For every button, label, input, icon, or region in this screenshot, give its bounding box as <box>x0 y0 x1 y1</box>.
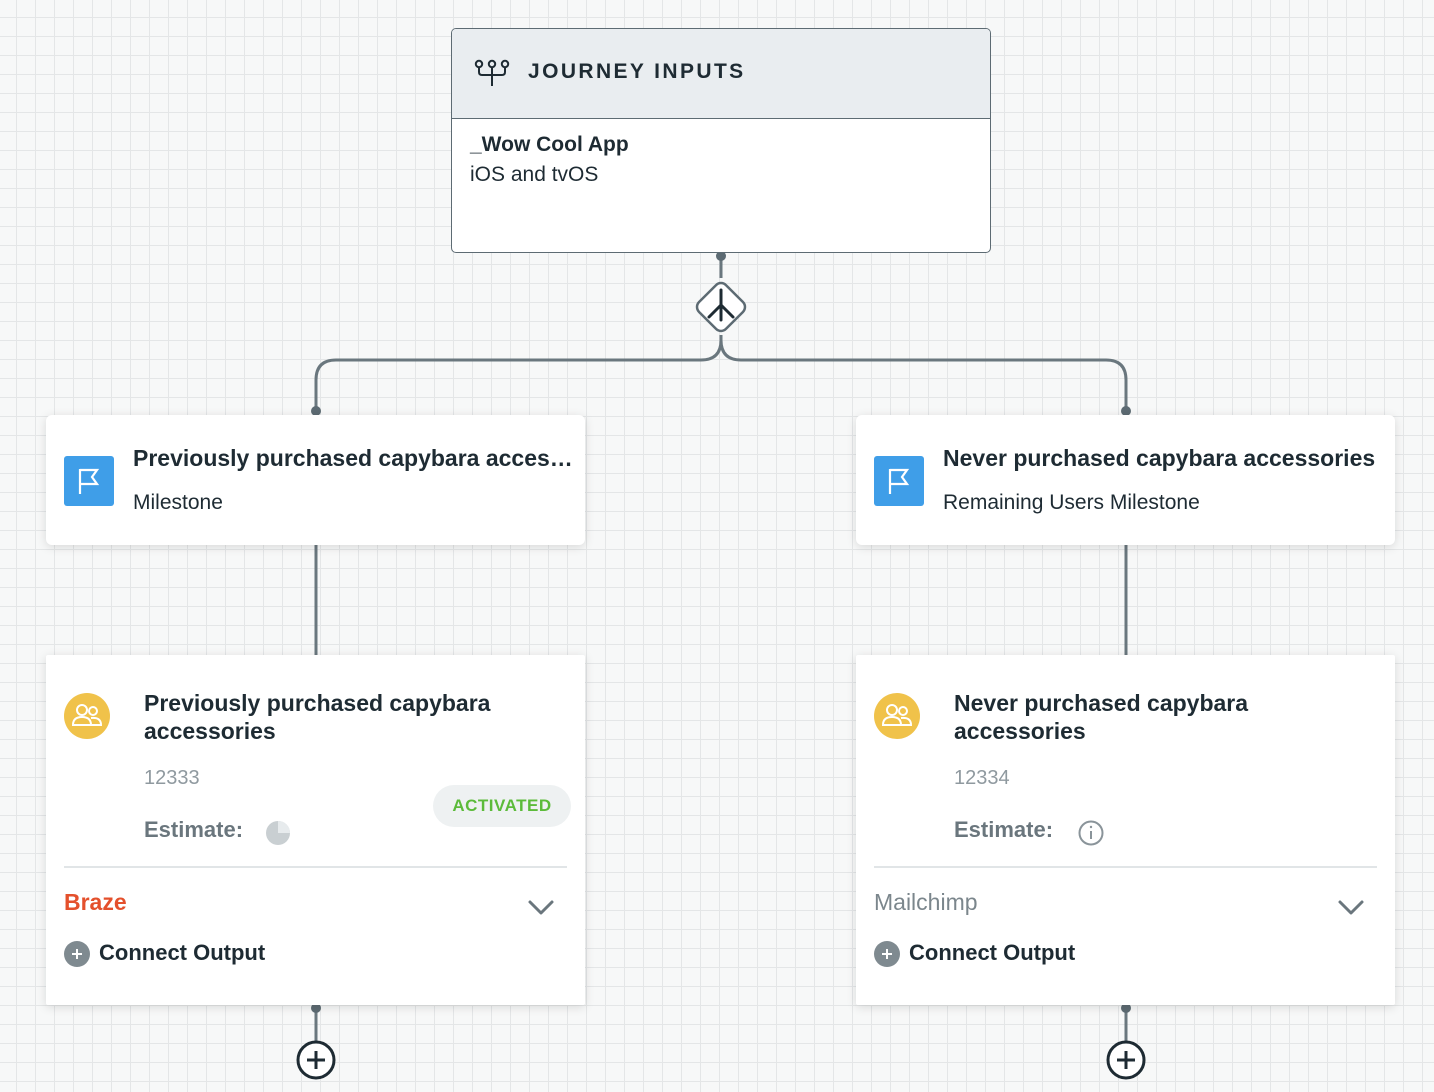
flag-icon <box>64 456 114 506</box>
milestone-title: Never purchased capybara accessories <box>943 445 1376 471</box>
journey-inputs-icon <box>474 59 510 92</box>
segment-title: Previously purchased capybara accessorie… <box>144 690 491 744</box>
estimate-label: Estimate: <box>144 817 244 842</box>
add-step-button[interactable] <box>1105 1039 1147 1086</box>
connect-output-label: Connect Output <box>909 940 1076 965</box>
audience-icon <box>874 693 920 739</box>
journey-inputs-card[interactable]: JOURNEY INPUTS _Wow Cool App iOS and tvO… <box>451 28 991 253</box>
segment-id: 12334 <box>954 767 1010 789</box>
journey-platforms: iOS and tvOS <box>470 163 599 186</box>
plus-circle-icon <box>64 941 90 967</box>
add-step-icon <box>296 1040 336 1080</box>
plus-circle-icon <box>874 941 900 967</box>
loading-pie-icon <box>265 820 291 851</box>
divider <box>874 866 1377 868</box>
estimate-label: Estimate: <box>954 817 1054 842</box>
chevron-down-icon[interactable] <box>1337 899 1365 922</box>
milestone-card[interactable]: Never purchased capybara accessories Rem… <box>856 415 1395 545</box>
status-badge: ACTIVATED <box>433 785 571 827</box>
flag-icon <box>874 456 924 506</box>
milestone-type: Remaining Users Milestone <box>943 491 1200 514</box>
segment-title: Never purchased capybara accessories <box>954 690 1249 744</box>
segment-card[interactable]: Previously purchased capybara accessorie… <box>46 655 585 1005</box>
add-step-button[interactable] <box>295 1039 337 1086</box>
journey-inputs-header: JOURNEY INPUTS <box>452 29 990 119</box>
info-icon[interactable] <box>1078 820 1104 851</box>
journey-inputs-title: JOURNEY INPUTS <box>528 60 746 83</box>
audience-icon <box>64 693 110 739</box>
split-icon <box>695 281 747 333</box>
milestone-card[interactable]: Previously purchased capybara accessorie… <box>46 415 585 545</box>
chevron-down-icon[interactable] <box>527 899 555 922</box>
destination-name: Mailchimp <box>874 889 978 915</box>
milestone-type: Milestone <box>133 491 223 514</box>
journey-app-name: _Wow Cool App <box>470 133 629 156</box>
milestone-title: Previously purchased capybara accessorie… <box>133 445 579 471</box>
divider <box>64 866 567 868</box>
connect-output-label: Connect Output <box>99 940 266 965</box>
segment-card[interactable]: Never purchased capybara accessories 123… <box>856 655 1395 1005</box>
segment-id: 12333 <box>144 767 200 789</box>
add-step-icon <box>1106 1040 1146 1080</box>
split-node[interactable] <box>689 275 753 344</box>
destination-name: Braze <box>64 889 127 915</box>
